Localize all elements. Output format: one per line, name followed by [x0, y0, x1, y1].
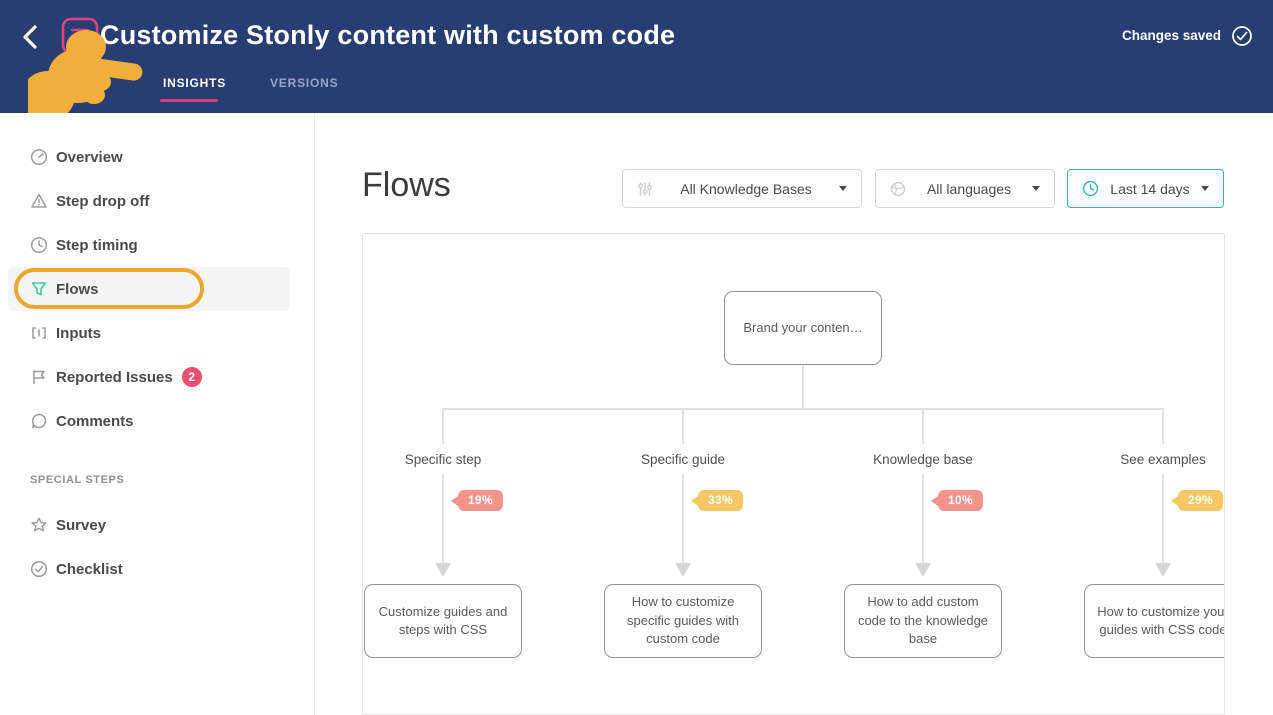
- connector-line: [1162, 474, 1164, 563]
- branch-label: Knowledge base: [833, 452, 1013, 467]
- brackets-icon: [30, 324, 48, 342]
- chevron-down-icon: [839, 186, 847, 191]
- connector-line: [802, 365, 804, 408]
- chevron-down-icon: [1201, 186, 1209, 191]
- sidebar-item-label: Flows: [56, 281, 99, 298]
- sidebar-item-comments[interactable]: Comments: [0, 399, 314, 443]
- sidebar-item-label: Survey: [56, 517, 106, 534]
- connector-line: [443, 408, 1164, 410]
- arrow-down-icon: [1155, 563, 1171, 577]
- flows-diagram-panel: Brand your conten… Specific step 19% Cus…: [362, 233, 1225, 715]
- globe-icon: [890, 181, 906, 197]
- branch-label: See examples: [1073, 452, 1225, 467]
- issues-count-badge: 2: [182, 367, 202, 387]
- check-circle-icon: [30, 560, 48, 578]
- chevron-down-icon: [1032, 186, 1040, 191]
- active-tab-underline: [160, 99, 218, 102]
- tab-insights[interactable]: INSIGHTS: [163, 76, 226, 90]
- badge-tail: [931, 496, 938, 506]
- sidebar-item-survey[interactable]: Survey: [0, 503, 314, 547]
- sidebar-item-label: Reported Issues: [56, 369, 173, 386]
- main-page-title: Flows: [362, 166, 451, 205]
- dropdown-value: All languages: [917, 181, 1021, 197]
- flow-root-node[interactable]: Brand your conten…: [724, 291, 882, 365]
- flow-target-node[interactable]: How to customize specific guides with cu…: [604, 584, 762, 658]
- page-title: Customize Stonly content with custom cod…: [100, 20, 675, 51]
- guide-document-icon: [60, 16, 100, 61]
- sidebar-item-step-timing[interactable]: Step timing: [0, 223, 314, 267]
- connector-line: [682, 474, 684, 563]
- badge-value: 33%: [698, 490, 743, 511]
- app-window: Customize Stonly content with custom cod…: [0, 0, 1273, 715]
- sidebar-item-checklist[interactable]: Checklist: [0, 547, 314, 591]
- badge-value: 10%: [938, 490, 983, 511]
- funnel-icon: [30, 280, 48, 298]
- flow-target-node[interactable]: Customize guides and steps with CSS: [364, 584, 522, 658]
- flow-target-node[interactable]: How to add custom code to the knowledge …: [844, 584, 1002, 658]
- clock-icon: [1082, 180, 1099, 197]
- connector-line: [922, 408, 924, 444]
- language-filter-dropdown[interactable]: All languages: [875, 169, 1055, 208]
- connector-line: [442, 474, 444, 563]
- connector-line: [922, 474, 924, 563]
- dropdown-value: All Knowledge Bases: [670, 181, 822, 197]
- badge-tail: [451, 496, 458, 506]
- sidebar-item-label: Checklist: [56, 561, 123, 578]
- arrow-down-icon: [915, 563, 931, 577]
- tab-versions[interactable]: VERSIONS: [270, 76, 338, 90]
- badge-tail: [1171, 496, 1178, 506]
- sidebar-item-flows[interactable]: Flows: [0, 267, 314, 311]
- header-bar: Customize Stonly content with custom cod…: [0, 0, 1273, 113]
- sliders-icon: [637, 181, 653, 197]
- sidebar-item-label: Comments: [56, 413, 134, 430]
- knowledge-base-filter-dropdown[interactable]: All Knowledge Bases: [622, 169, 862, 208]
- badge-tail: [691, 496, 698, 506]
- connector-line: [682, 408, 684, 444]
- branch-label: Specific step: [362, 452, 533, 467]
- gauge-icon: [30, 148, 48, 166]
- badge-value: 19%: [458, 490, 503, 511]
- branch-percent-badge: 10%: [931, 490, 983, 511]
- sidebar-divider: [314, 113, 315, 715]
- star-icon: [30, 516, 48, 534]
- warning-icon: [30, 192, 48, 210]
- flag-icon: [30, 368, 48, 386]
- sidebar-item-label: Overview: [56, 149, 123, 166]
- branch-percent-badge: 33%: [691, 490, 743, 511]
- tab-editor[interactable]: EDITOR: [55, 76, 105, 90]
- sidebar-item-label: Step drop off: [56, 193, 149, 210]
- flow-target-node[interactable]: How to customize your guides with CSS co…: [1084, 584, 1225, 658]
- dropdown-value: Last 14 days: [1100, 181, 1199, 197]
- connector-line: [442, 408, 444, 444]
- branch-percent-badge: 29%: [1171, 490, 1223, 511]
- branch-percent-badge: 19%: [451, 490, 503, 511]
- branch-label: Specific guide: [593, 452, 773, 467]
- connector-line: [1162, 408, 1164, 444]
- special-steps-section-label: SPECIAL STEPS: [30, 474, 124, 486]
- sidebar-item-overview[interactable]: Overview: [0, 135, 314, 179]
- saved-check-icon: [1231, 25, 1253, 52]
- date-range-dropdown[interactable]: Last 14 days: [1067, 169, 1224, 208]
- save-status-text: Changes saved: [1122, 28, 1221, 43]
- sidebar-item-reported-issues[interactable]: Reported Issues 2: [0, 355, 314, 399]
- sidebar-item-inputs[interactable]: Inputs: [0, 311, 314, 355]
- clock-icon: [30, 236, 48, 254]
- badge-value: 29%: [1178, 490, 1223, 511]
- back-button[interactable]: [18, 22, 44, 52]
- sidebar-item-step-drop-off[interactable]: Step drop off: [0, 179, 314, 223]
- sidebar-item-label: Inputs: [56, 325, 101, 342]
- comment-icon: [30, 412, 48, 430]
- sidebar-item-label: Step timing: [56, 237, 138, 254]
- arrow-down-icon: [435, 563, 451, 577]
- arrow-down-icon: [675, 563, 691, 577]
